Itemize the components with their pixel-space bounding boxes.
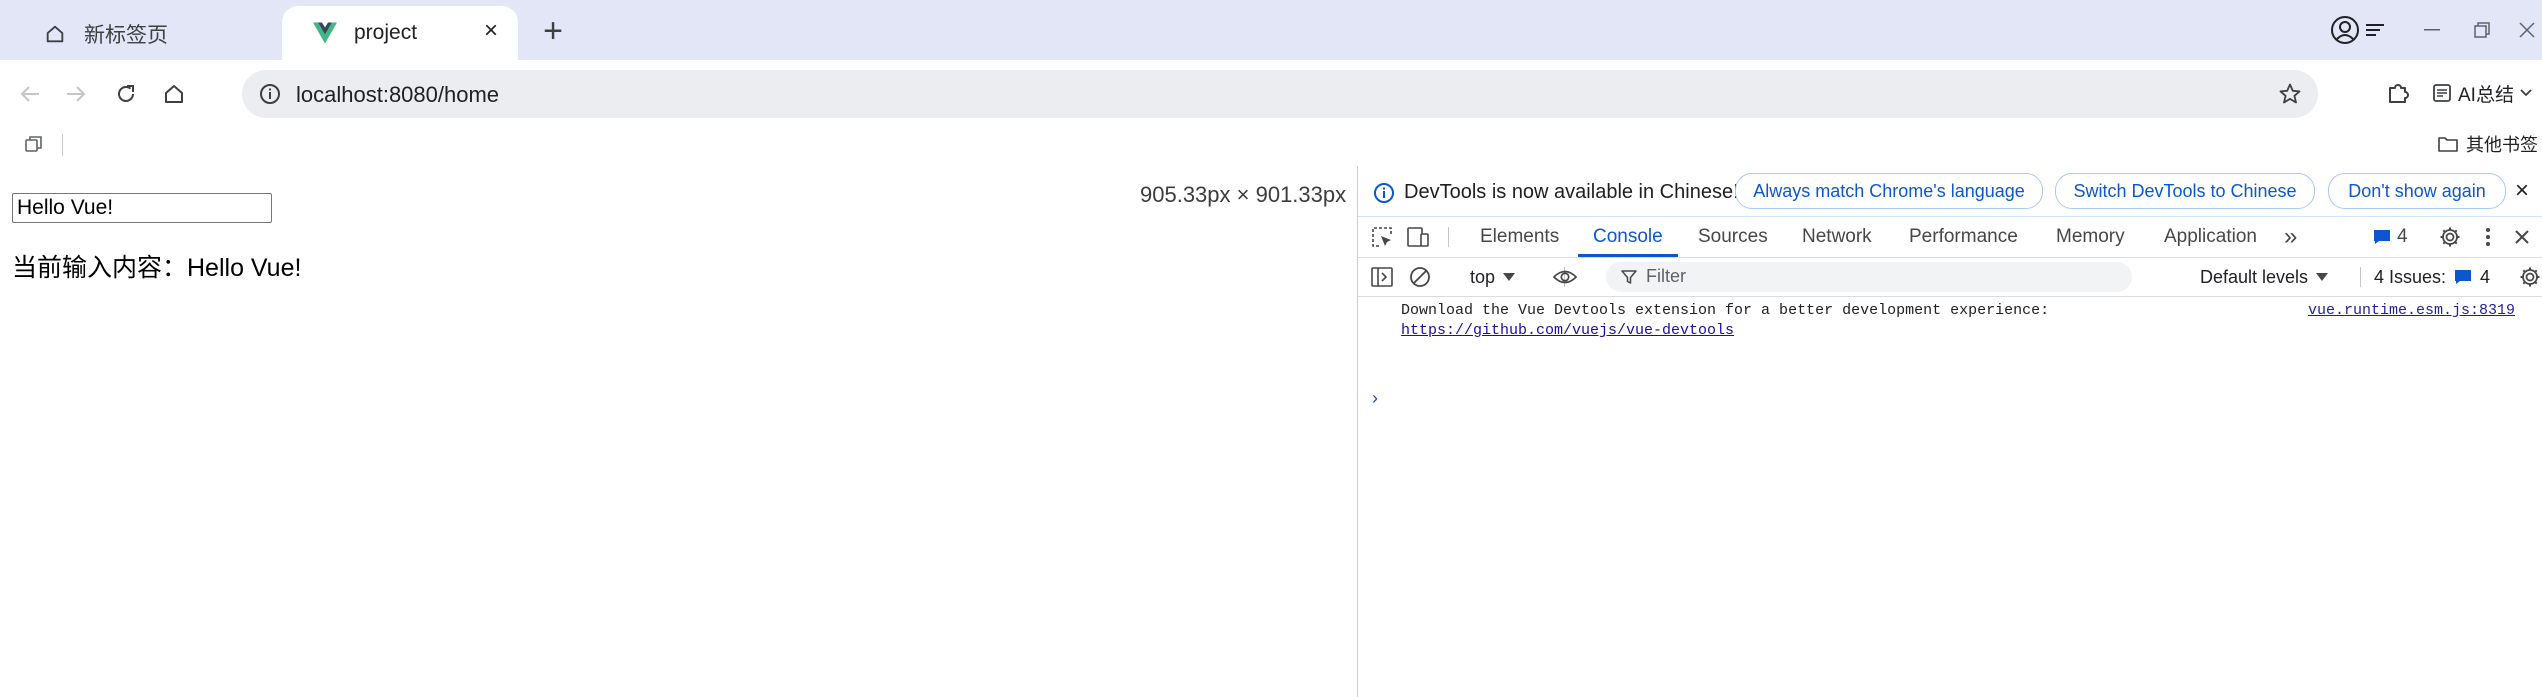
- issues-label: 4 Issues:: [2374, 266, 2447, 287]
- log-levels-label: Default levels: [2200, 266, 2309, 287]
- filter-icon: [1620, 268, 1638, 286]
- filter-placeholder[interactable]: Filter: [1646, 266, 1686, 287]
- devtools-panel: DevTools is now available in Chinese! Al…: [1357, 166, 2542, 697]
- url-text[interactable]: localhost:8080/home: [296, 82, 499, 108]
- bookmarks-bar: 其他书签: [0, 126, 2542, 162]
- tab-memory[interactable]: Memory: [2056, 217, 2125, 257]
- folder-icon: [2438, 137, 2458, 152]
- settings-gear-icon[interactable]: [2438, 225, 2462, 249]
- tab-sources[interactable]: Sources: [1698, 217, 1768, 257]
- devtools-tab-bar: Elements Console Sources Network Perform…: [1358, 217, 2542, 258]
- log-levels-dropdown[interactable]: Default levels: [2200, 264, 2329, 290]
- infobar-message: DevTools is now available in Chinese!: [1404, 181, 1739, 203]
- summary-icon: [2433, 84, 2451, 102]
- text-input[interactable]: [12, 193, 272, 223]
- context-selector[interactable]: top: [1470, 264, 1516, 290]
- dropdown-arrow-icon: [2316, 273, 2329, 281]
- forward-arrow-icon[interactable]: [58, 76, 94, 112]
- language-infobar: DevTools is now available in Chinese! Al…: [1358, 166, 2542, 217]
- issues-counter[interactable]: 4 Issues: 4: [2374, 264, 2490, 290]
- filter-box[interactable]: Filter: [1606, 262, 2132, 292]
- console-prompt-caret-icon[interactable]: ›: [1372, 388, 1378, 409]
- inspect-element-icon[interactable]: [1370, 225, 1394, 249]
- switch-to-chinese-button[interactable]: Switch DevTools to Chinese: [2055, 173, 2315, 209]
- toolbar-divider: [1448, 227, 1449, 247]
- toolbar-divider: [2360, 267, 2361, 287]
- close-window-icon[interactable]: [2512, 12, 2542, 48]
- close-devtools-icon[interactable]: [2510, 225, 2534, 249]
- tab-console[interactable]: Console: [1593, 217, 1663, 257]
- more-options-icon[interactable]: [2476, 225, 2500, 249]
- page-viewport: 当前输入内容：Hello Vue! 905.33px × 901.33px: [0, 166, 1356, 697]
- reload-icon[interactable]: [108, 76, 144, 112]
- device-toolbar-icon[interactable]: [1406, 225, 1430, 249]
- profile-icon: [2331, 16, 2359, 44]
- sidebar-toggle-icon[interactable]: [1370, 265, 1394, 289]
- address-bar[interactable]: localhost:8080/home: [242, 70, 2318, 118]
- tab-performance[interactable]: Performance: [1909, 217, 2018, 257]
- tab-groups-icon[interactable]: [22, 132, 46, 156]
- console-message-text: Download the Vue Devtools extension for …: [1401, 302, 2050, 319]
- extensions-icon[interactable]: [2382, 76, 2416, 110]
- star-icon[interactable]: [2276, 80, 2304, 108]
- message-icon: [2455, 270, 2472, 284]
- live-expression-eye-icon[interactable]: [1553, 265, 1577, 289]
- context-value: top: [1470, 266, 1496, 287]
- other-bookmarks-button[interactable]: 其他书签: [2438, 132, 2538, 156]
- clear-console-icon[interactable]: [1408, 265, 1432, 289]
- close-icon[interactable]: ×: [2509, 177, 2535, 204]
- tab-application[interactable]: Application: [2164, 217, 2257, 257]
- new-tab-button[interactable]: +: [534, 12, 572, 50]
- always-match-language-button[interactable]: Always match Chrome's language: [1735, 173, 2043, 209]
- active-tab-indicator: [1578, 254, 1678, 257]
- ai-summary-label: AI总结: [2458, 84, 2514, 106]
- bookmark-divider: [62, 134, 63, 156]
- close-tab-icon[interactable]: ×: [478, 17, 504, 44]
- console-toolbar: top Filter Default levels 4 Issues: 4: [1358, 258, 2542, 297]
- current-input-text: 当前输入内容：Hello Vue!: [12, 254, 302, 282]
- tab-title: 新标签页: [84, 24, 168, 47]
- browser-toolbar: localhost:8080/home AI总结: [0, 60, 2542, 126]
- issues-count: 4: [2480, 266, 2491, 287]
- viewport-dimensions: 905.33px × 901.33px: [1140, 182, 1347, 207]
- back-arrow-icon[interactable]: [12, 76, 48, 112]
- restore-icon[interactable]: [2462, 12, 2502, 48]
- tab-title: project: [354, 21, 418, 44]
- tab-new-tab-page[interactable]: 新标签页: [12, 8, 276, 60]
- message-icon: [2374, 230, 2390, 244]
- menu-lines-icon: [2366, 24, 2384, 36]
- more-tabs-chevron-icon[interactable]: »: [2284, 217, 2297, 257]
- ai-summary-button[interactable]: AI总结: [2432, 76, 2532, 110]
- profile-button[interactable]: [2330, 12, 2390, 48]
- messages-counter[interactable]: 4: [2373, 217, 2408, 257]
- dropdown-arrow-icon: [1503, 273, 1516, 281]
- console-message-link[interactable]: https://github.com/vuejs/vue-devtools: [1401, 322, 1734, 339]
- home-tab-icon: [42, 21, 68, 47]
- tab-project[interactable]: project ×: [282, 6, 518, 60]
- site-info-icon[interactable]: [256, 80, 284, 108]
- other-bookmarks-label: 其他书签: [2466, 135, 2538, 155]
- console-message-source[interactable]: vue.runtime.esm.js:8319: [2308, 302, 2515, 319]
- messages-count: 4: [2397, 226, 2408, 247]
- chevron-down-icon: [2520, 89, 2532, 97]
- console-settings-gear-icon[interactable]: [2518, 265, 2542, 289]
- tab-elements[interactable]: Elements: [1480, 217, 1559, 257]
- dont-show-again-button[interactable]: Don't show again: [2328, 173, 2506, 209]
- tab-network[interactable]: Network: [1802, 217, 1872, 257]
- tab-strip: 新标签页 project × +: [0, 0, 2542, 60]
- home-icon[interactable]: [156, 76, 192, 112]
- info-icon: [1372, 181, 1396, 205]
- minimize-icon[interactable]: [2412, 12, 2452, 48]
- vue-logo-icon: [312, 20, 338, 46]
